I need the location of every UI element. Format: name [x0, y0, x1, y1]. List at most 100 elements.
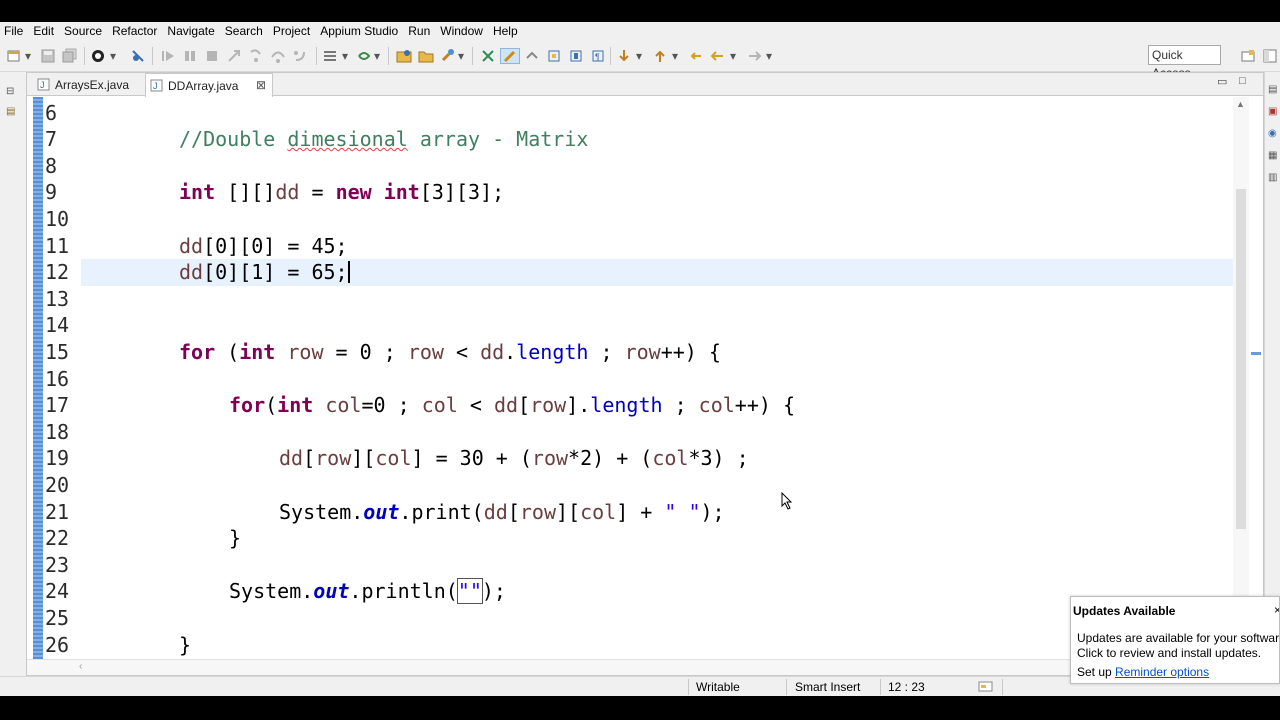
line-number: 13 — [45, 286, 70, 311]
suspend-icon[interactable] — [182, 48, 198, 64]
reminder-options-link[interactable]: Reminder options — [1115, 665, 1209, 679]
new-file-icon[interactable] — [6, 48, 22, 64]
menu-help[interactable]: Help — [488, 24, 523, 38]
vertical-scrollbar[interactable]: ▲ — [1233, 97, 1249, 659]
menu-appium-studio[interactable]: Appium Studio — [315, 24, 403, 38]
keyword: int — [371, 180, 420, 205]
save-all-icon[interactable] — [62, 48, 78, 64]
code-text-segment: ][ — [351, 446, 376, 471]
open-type-dropdown-icon[interactable]: ▾ — [340, 48, 350, 64]
line-number: 26 — [45, 632, 70, 657]
menu-refactor[interactable]: Refactor — [107, 24, 162, 38]
comment: array - Matrix — [407, 127, 589, 152]
menu-window[interactable]: Window — [435, 24, 488, 38]
open-perspective-icon[interactable] — [1240, 48, 1256, 64]
status-separator — [880, 679, 881, 695]
local-variable: col — [421, 393, 458, 418]
step-over-icon[interactable] — [270, 48, 286, 64]
updates-notification[interactable]: Updates Available × Updates are availabl… — [1070, 596, 1280, 684]
quick-access-field[interactable]: Quick Access — [1148, 45, 1221, 80]
tasks-icon[interactable]: ▣ — [1268, 106, 1277, 117]
menu-project[interactable]: Project — [268, 24, 315, 38]
previous-annotation-dropdown-icon[interactable]: ▾ — [670, 48, 680, 64]
debug-target-icon[interactable] — [90, 48, 106, 64]
scroll-up-icon[interactable]: ▲ — [1236, 99, 1245, 109]
package-explorer-icon[interactable]: ▤ — [6, 106, 15, 117]
line-number: 20 — [45, 473, 70, 497]
annotation-marker[interactable] — [1251, 352, 1261, 355]
outline-icon[interactable]: ▤ — [1268, 84, 1277, 95]
open-folder-icon[interactable] — [418, 48, 434, 64]
menu-edit[interactable]: Edit — [28, 24, 59, 38]
next-annotation-dropdown-icon[interactable]: ▾ — [634, 48, 644, 64]
code-line-24: System.out.println(""); — [229, 578, 506, 605]
code-text-segment: [ — [518, 393, 531, 418]
java-perspective-icon[interactable] — [1262, 48, 1278, 64]
close-notification-icon[interactable]: × — [1274, 603, 1279, 617]
console-icon[interactable]: ◉ — [1268, 128, 1277, 139]
code-text[interactable]: //Double dimesional array - Matrix int [… — [83, 97, 795, 656]
code-text-segment: [0][1] = 65; — [203, 260, 348, 285]
format-icon[interactable] — [568, 48, 584, 64]
toggle-highlight-icon[interactable] — [500, 48, 520, 64]
status-insert-mode[interactable]: Smart Insert — [795, 677, 860, 697]
search-tool-icon[interactable] — [440, 48, 456, 64]
menu-search[interactable]: Search — [220, 24, 268, 38]
code-text-segment: =0 ; — [361, 393, 422, 418]
menu-file[interactable]: File — [0, 24, 28, 38]
restore-icon[interactable]: ⊟ — [6, 86, 14, 97]
terminate-icon[interactable] — [204, 48, 220, 64]
declaration-icon[interactable]: ▥ — [1268, 172, 1277, 183]
run-history-icon[interactable] — [356, 48, 372, 64]
line-number: 19 — [45, 446, 70, 471]
notification-body[interactable]: Updates are available for your softwar C… — [1077, 631, 1279, 661]
code-editor[interactable]: 6 7 8 9 10 11 12 13 14 15 16 17 18 19 20… — [27, 97, 1263, 659]
close-tab-icon[interactable]: ⊠ — [256, 78, 266, 92]
step-into-icon[interactable] — [248, 48, 264, 64]
menu-source[interactable]: Source — [59, 24, 107, 38]
scroll-left-icon[interactable]: ‹ — [79, 661, 82, 672]
tab-ddarray-java[interactable]: J DDArray.java ⊠ — [145, 73, 273, 97]
setup-label: Set up — [1077, 665, 1116, 679]
last-edit-location-icon[interactable] — [688, 48, 704, 64]
code-line-21: System.out.print(dd[row][col] + " "); — [279, 499, 725, 526]
back-icon[interactable] — [710, 48, 726, 64]
line-number: 23 — [45, 552, 70, 577]
step-return-icon[interactable] — [292, 48, 308, 64]
forward-icon[interactable] — [746, 48, 762, 64]
scrollbar-thumb[interactable] — [1236, 189, 1246, 529]
maximize-icon[interactable]: □ — [1239, 75, 1246, 87]
next-annotation-icon[interactable] — [616, 48, 632, 64]
search-dropdown-icon[interactable]: ▾ — [456, 48, 466, 64]
local-variable: row — [407, 340, 444, 364]
open-project-icon[interactable] — [396, 48, 412, 64]
previous-annotation-icon[interactable] — [652, 48, 668, 64]
minimize-icon[interactable]: ▭ — [1217, 75, 1227, 88]
toggle-mark-occurrences-icon[interactable] — [480, 48, 496, 64]
forward-dropdown-icon[interactable]: ▾ — [764, 48, 774, 64]
code-line-26: } — [179, 632, 192, 657]
save-icon[interactable] — [40, 48, 56, 64]
skip-breakpoints-icon[interactable] — [130, 48, 146, 64]
menu-navigate[interactable]: Navigate — [162, 24, 219, 38]
tab-arraysex-java[interactable]: J ArraysEx.java — [31, 73, 145, 96]
problems-icon[interactable]: ▦ — [1268, 150, 1277, 161]
resume-icon[interactable] — [160, 48, 176, 64]
status-cursor-position[interactable]: 12 : 23 — [888, 677, 925, 697]
new-dropdown-icon[interactable]: ▾ — [23, 48, 33, 64]
block-selection-icon[interactable] — [524, 48, 540, 64]
back-dropdown-icon[interactable]: ▾ — [728, 48, 738, 64]
status-separator — [786, 679, 787, 695]
run-history-dropdown-icon[interactable]: ▾ — [372, 48, 382, 64]
menu-run[interactable]: Run — [403, 24, 435, 38]
paragraph-icon[interactable]: ¶ — [590, 48, 606, 64]
disconnect-icon[interactable] — [226, 48, 242, 64]
code-line-15: for (int row = 0 ; row < dd.length ; row… — [179, 339, 721, 366]
open-type-icon[interactable] — [322, 48, 338, 64]
code-text-segment: .print( — [399, 499, 484, 524]
show-whitespace-icon[interactable] — [546, 48, 562, 64]
toolbar-separator — [316, 47, 317, 65]
toolbar-separator — [84, 47, 85, 65]
debug-dropdown-icon[interactable]: ▾ — [108, 48, 118, 64]
local-variable: col — [698, 393, 735, 418]
